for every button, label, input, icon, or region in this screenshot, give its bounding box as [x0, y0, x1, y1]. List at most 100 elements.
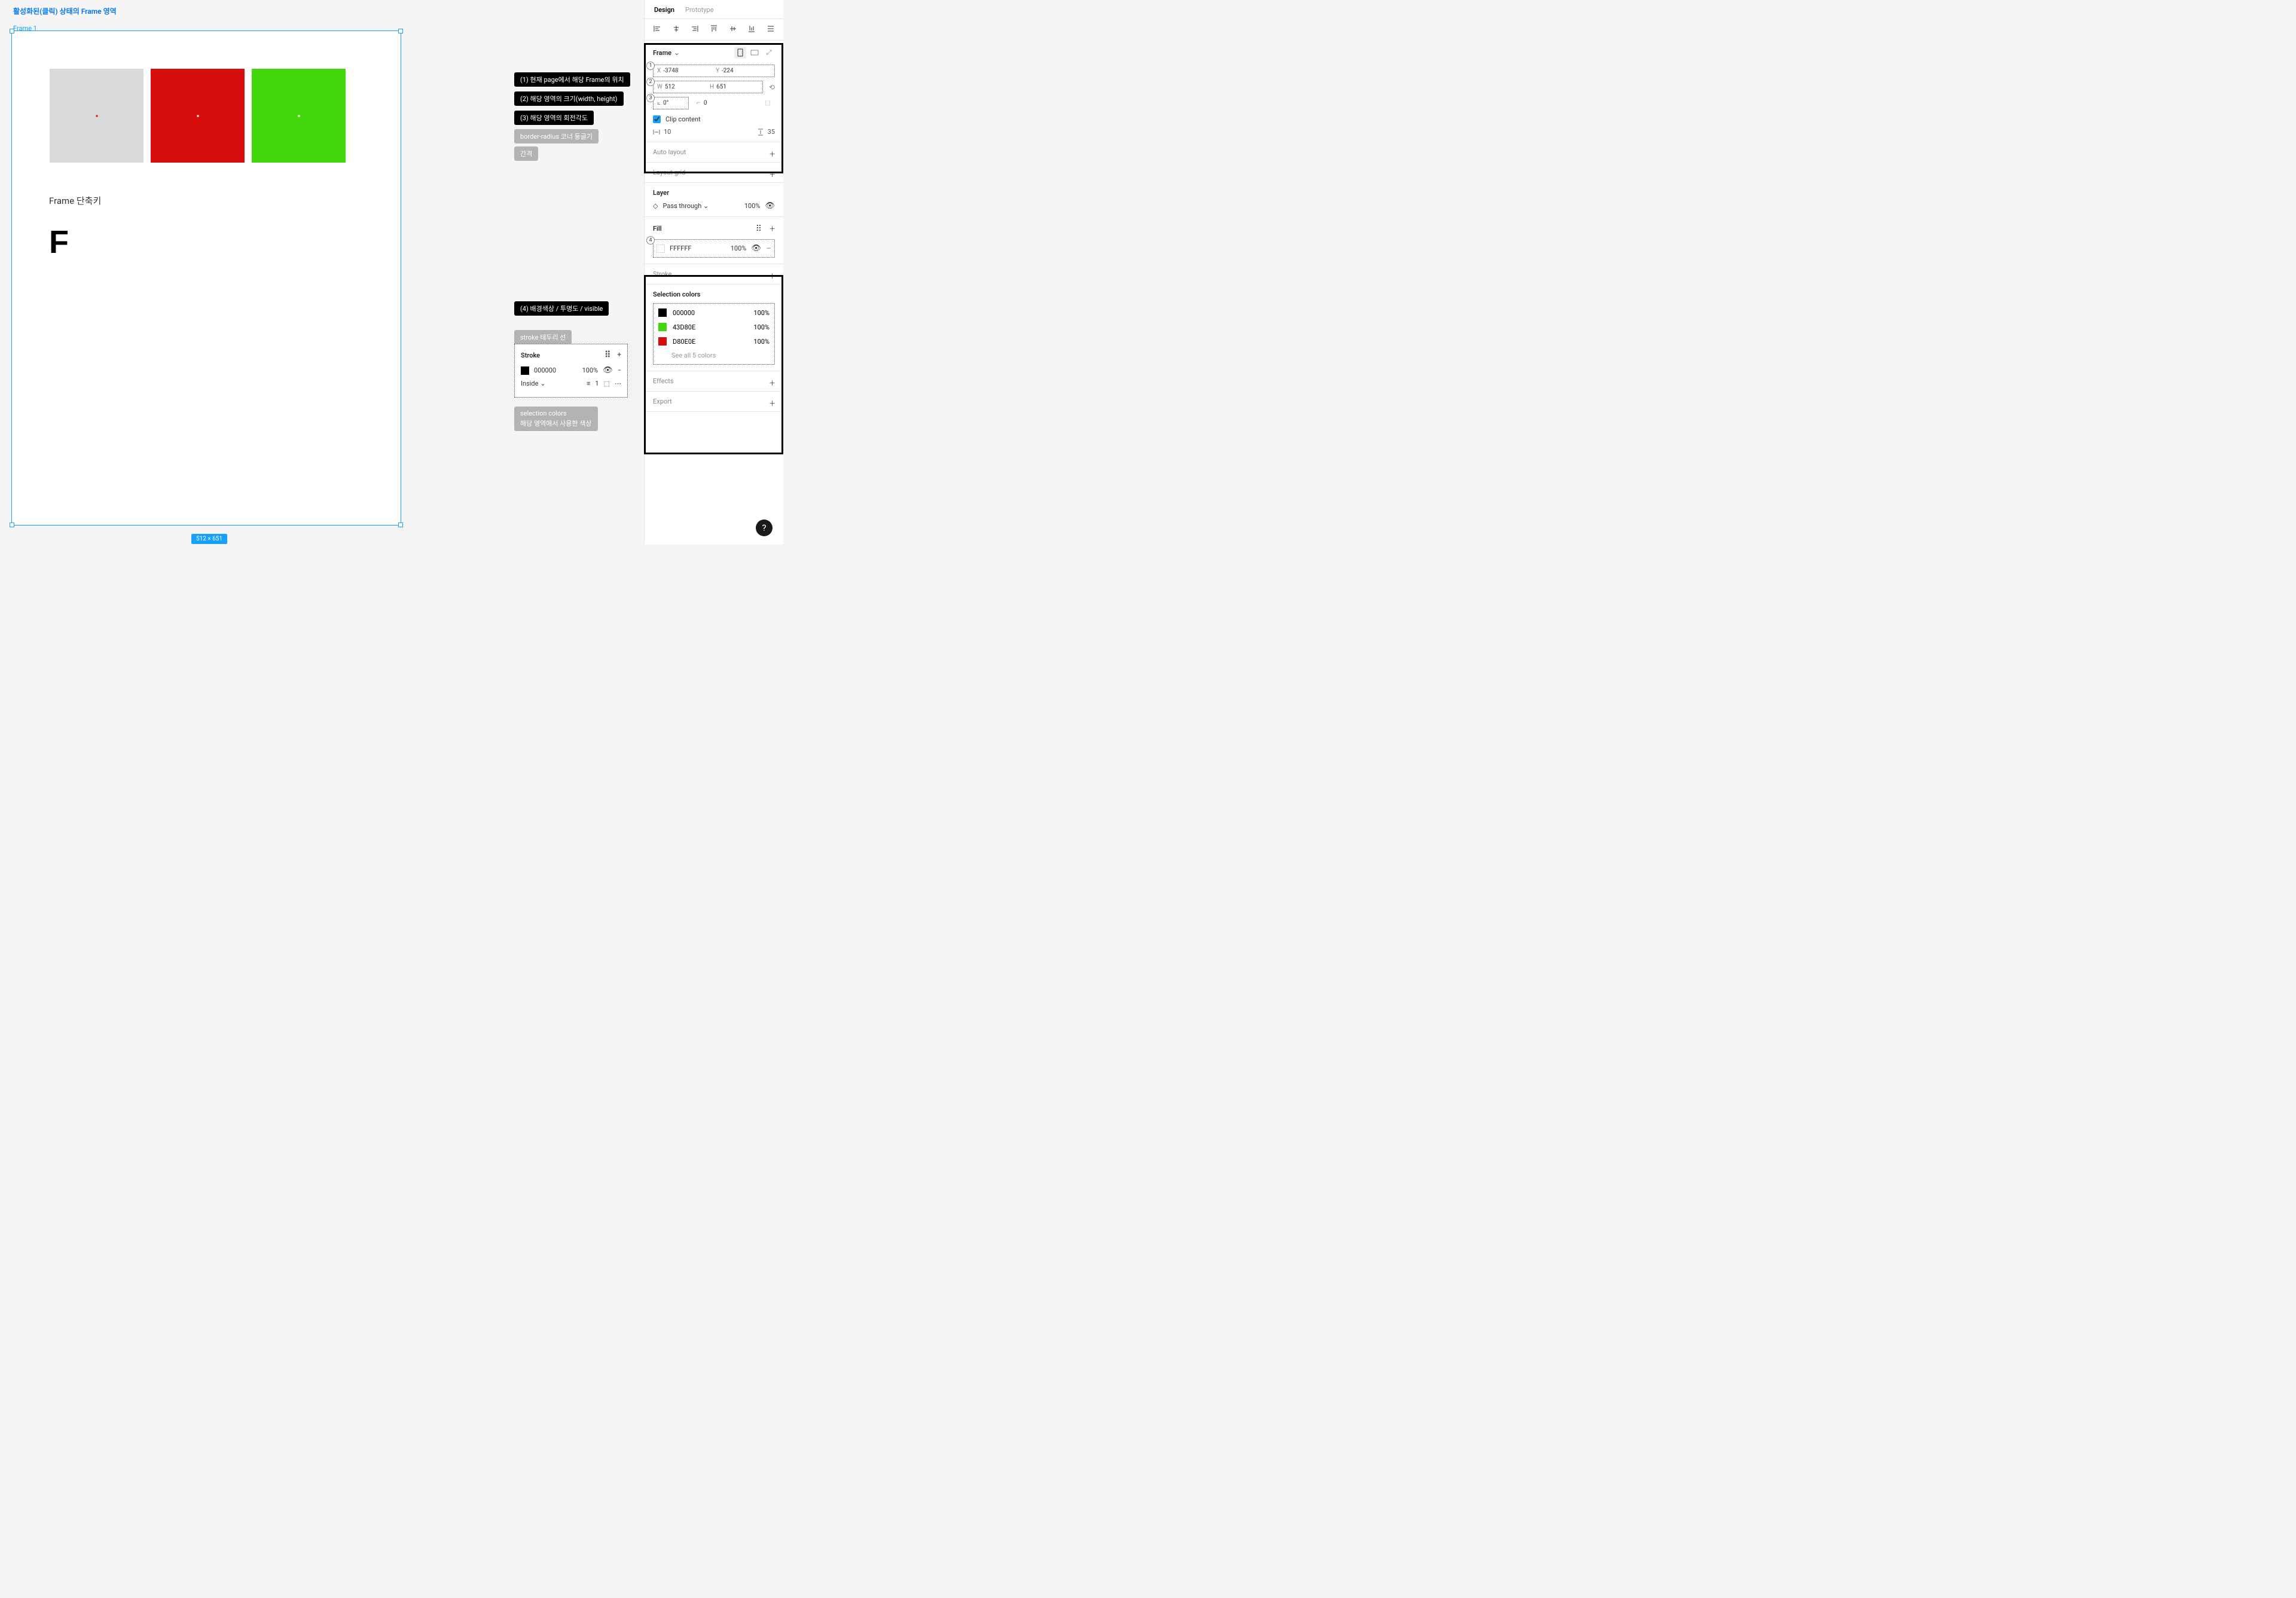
help-button[interactable]: ?: [756, 520, 773, 536]
sel-swatch[interactable]: [658, 308, 667, 317]
stroke-opacity[interactable]: 100%: [582, 366, 599, 374]
annotation-selection-colors: selection colors해당 영역에서 사용한 색상: [514, 407, 598, 431]
panel-tabs: Design Prototype: [645, 0, 783, 19]
fill-opacity[interactable]: 100%: [731, 245, 747, 252]
stroke-editor-box: Stroke ⠿ + 000000 100% 👁 − Inside ⌄ ≡ 1 …: [514, 344, 628, 398]
export-section[interactable]: Export +: [645, 392, 783, 412]
stroke-position[interactable]: Inside ⌄: [521, 380, 545, 387]
annotation-position: (1) 현재 page에서 해당 Frame의 위치: [514, 72, 630, 87]
align-top-icon[interactable]: [710, 24, 718, 35]
resize-handle-tr[interactable]: [398, 29, 403, 33]
stroke-hex[interactable]: 000000: [534, 366, 556, 374]
add-auto-layout-icon[interactable]: +: [770, 148, 775, 160]
center-dot: [96, 115, 97, 117]
eye-icon[interactable]: 👁: [603, 366, 613, 375]
align-left-icon[interactable]: [653, 24, 661, 35]
eye-icon[interactable]: 👁: [765, 201, 775, 210]
see-all-colors[interactable]: See all 5 colors: [658, 352, 770, 359]
badge-4: 4: [646, 236, 655, 245]
sel-pct: 100%: [753, 323, 770, 331]
center-dot: [298, 115, 300, 117]
add-stroke-icon[interactable]: +: [617, 350, 621, 360]
selected-frame[interactable]: Frame 단축키 F: [11, 30, 401, 525]
rotation-input[interactable]: 0°: [663, 100, 668, 106]
stroke-section[interactable]: Stroke +: [645, 264, 783, 285]
fit-icon[interactable]: ⤢: [763, 47, 775, 59]
sel-hex[interactable]: D80E0E: [673, 338, 695, 346]
tab-design[interactable]: Design: [654, 6, 674, 14]
properties-panel: Design Prototype Frame ⌄ ⤢ 1 X-3748 Y-22…: [644, 0, 783, 545]
add-fill-icon[interactable]: +: [770, 223, 775, 234]
h-spacing[interactable]: 10: [653, 128, 671, 136]
frame-title[interactable]: Frame ⌄: [653, 49, 679, 57]
radius-input[interactable]: 0: [704, 100, 707, 106]
sel-swatch[interactable]: [658, 323, 667, 331]
distribute-icon[interactable]: [767, 24, 775, 35]
add-effect-icon[interactable]: +: [770, 377, 775, 389]
auto-layout-section[interactable]: Auto layout +: [645, 142, 783, 163]
size-badge: 512 × 651: [191, 534, 227, 544]
stroke-width[interactable]: 1: [595, 380, 599, 387]
annotation-radius: border-radius 코너 둥글기: [514, 129, 599, 143]
big-letter-f: F: [49, 224, 69, 261]
shortcut-label: Frame 단축키: [49, 194, 101, 207]
stroke-weight-icon: ≡: [587, 380, 590, 387]
selection-colors-section: Selection colors 000000100% 43D80E100% D…: [645, 285, 783, 371]
resize-handle-tl[interactable]: [10, 29, 14, 33]
add-layout-grid-icon[interactable]: +: [770, 169, 775, 180]
w-input[interactable]: 512: [665, 84, 675, 90]
radius-detail-icon[interactable]: ⬚: [765, 100, 771, 106]
center-dot: [197, 115, 199, 117]
effects-section[interactable]: Effects +: [645, 371, 783, 392]
align-bar: [645, 19, 783, 41]
add-export-icon[interactable]: +: [770, 398, 775, 409]
badge-1: 1: [646, 62, 655, 70]
fill-swatch[interactable]: [657, 245, 665, 253]
remove-stroke-icon[interactable]: −: [618, 366, 621, 374]
landscape-icon[interactable]: [749, 47, 761, 59]
add-stroke-icon[interactable]: +: [770, 270, 775, 282]
clip-content-checkbox[interactable]: [653, 115, 661, 123]
portrait-icon[interactable]: [734, 47, 746, 59]
align-vcenter-icon[interactable]: [729, 24, 737, 35]
annotation-rotation: (3) 해당 영역의 회전각도: [514, 111, 594, 125]
sel-swatch[interactable]: [658, 337, 667, 346]
tab-prototype[interactable]: Prototype: [685, 6, 713, 14]
eye-icon[interactable]: 👁: [751, 244, 761, 253]
annotation-spacing: 간격: [514, 146, 538, 161]
more-icon[interactable]: ⋯: [615, 380, 621, 387]
sel-hex[interactable]: 000000: [673, 309, 695, 317]
h-input[interactable]: 651: [716, 84, 726, 90]
style-icon[interactable]: ⠿: [604, 350, 611, 360]
sel-pct: 100%: [753, 309, 770, 317]
align-bottom-icon[interactable]: [747, 24, 756, 35]
annotation-fill: (4) 배경색상 / 투명도 / visible: [514, 301, 609, 316]
layer-opacity[interactable]: 100%: [744, 202, 761, 210]
align-hcenter-icon[interactable]: [672, 24, 680, 35]
stroke-swatch[interactable]: [521, 366, 529, 375]
stroke-side-icon[interactable]: ⬚: [604, 380, 610, 387]
page-title: 활성화된(클릭) 상태의 Frame 영역: [13, 6, 117, 16]
sel-pct: 100%: [753, 338, 770, 346]
rect-red[interactable]: [151, 69, 245, 163]
y-input[interactable]: -224: [722, 68, 734, 74]
x-input[interactable]: -3748: [663, 68, 678, 74]
resize-handle-bl[interactable]: [10, 523, 14, 527]
style-icon[interactable]: ⠿: [756, 224, 762, 234]
rect-gray[interactable]: [50, 69, 144, 163]
v-spacing[interactable]: 35: [757, 128, 775, 136]
annotation-size: (2) 해당 영역의 크기(width, height): [514, 91, 624, 106]
annotation-stroke: stroke 테두리 선: [514, 330, 572, 344]
sel-hex[interactable]: 43D80E: [673, 323, 695, 331]
rect-green[interactable]: [252, 69, 346, 163]
layout-grid-section[interactable]: Layout grid +: [645, 163, 783, 183]
constrain-icon[interactable]: ⟲: [769, 83, 775, 91]
fill-section: Fill ⠿ + 4 FFFFFF 100% 👁 −: [645, 217, 783, 264]
fill-hex[interactable]: FFFFFF: [670, 245, 691, 252]
blend-mode[interactable]: Pass through ⌄: [662, 202, 709, 210]
resize-handle-br[interactable]: [398, 523, 403, 527]
remove-fill-icon[interactable]: −: [766, 243, 771, 254]
clip-content-label: Clip content: [665, 115, 701, 123]
align-right-icon[interactable]: [691, 24, 699, 35]
layer-section: Layer ◇ Pass through ⌄ 100% 👁: [645, 183, 783, 217]
